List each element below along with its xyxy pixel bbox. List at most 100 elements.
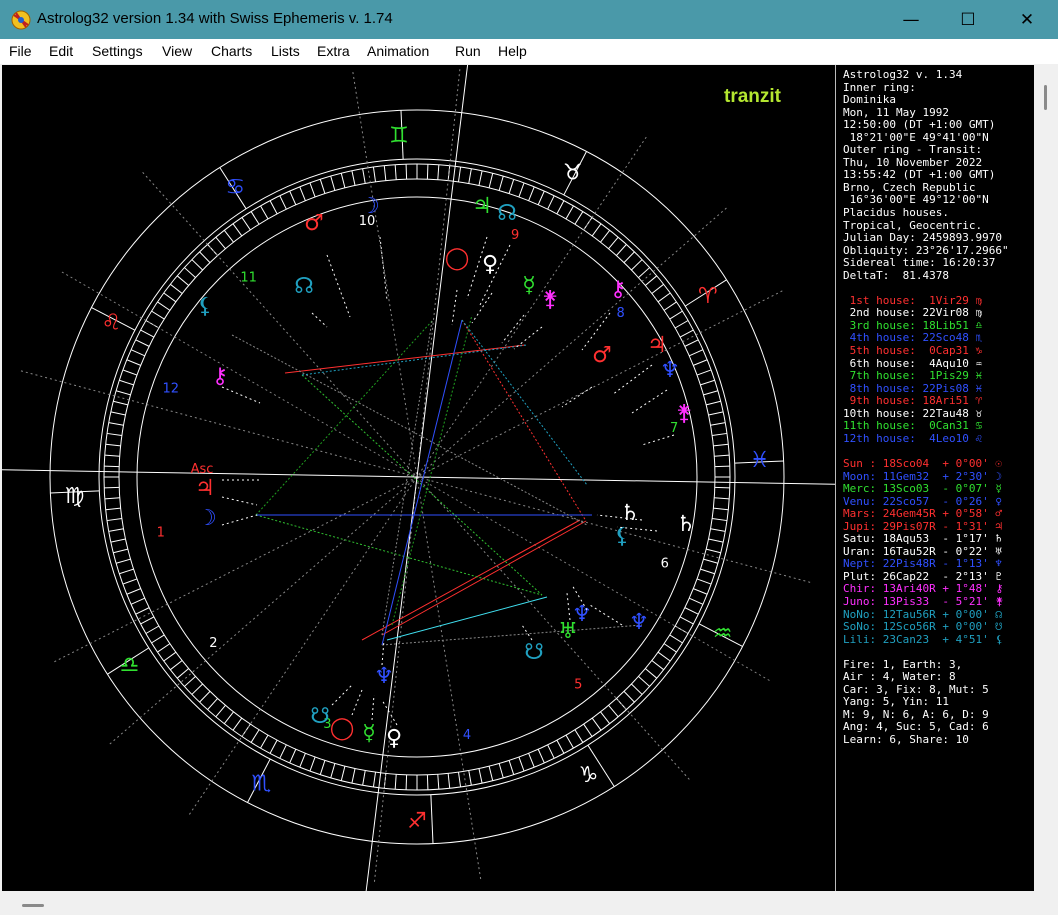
planet-glyph-icon: ♂ [592,343,612,368]
menu-extra[interactable]: Extra [317,43,350,59]
element-summary-line: Car: 3, Fix: 8, Mut: 5 [843,683,989,696]
degree-tick [405,164,408,180]
chart-canvas[interactable]: ♊ ♉ ♈ ♓ ♒ ♑ ♐ ♏ ♎ ♍ ♌ ♋ 10 9 8 7 6 5 4 3 2 1 12 11 ♂ ☽ ♃ ☊ ◯ ♀ ☿ ⚵ ⚷ ☊ ⚸ ⚷ ♂… [2,65,1034,891]
planet-glyph-icon: ♄ [676,512,696,537]
degree-tick [105,507,121,511]
degree-tick [176,275,190,286]
degree-tick [232,717,243,731]
title-bar[interactable]: Astrolog32 version 1.34 with Swiss Ephem… [0,0,1058,39]
planet-pointer-line [641,434,675,446]
degree-tick [574,211,584,225]
planet-pointer-line [521,624,533,641]
aspect-line [255,320,433,516]
vertical-scrollbar[interactable] [1035,65,1058,891]
menu-edit[interactable]: Edit [49,43,73,59]
degree-tick [447,773,451,789]
degree-tick [591,717,602,731]
degree-tick [250,729,260,743]
zodiac-sign-icon: ♌ [102,310,122,335]
degree-tick [651,283,664,294]
horizontal-scrollbar[interactable] [0,891,1058,915]
degree-tick [289,749,297,764]
degree-tick [394,774,397,790]
info-header-line: Julian Day: 2459893.9970 [843,232,1002,245]
info-header-line: Placidus houses. [843,207,949,220]
degree-tick [394,164,397,180]
degree-tick [122,369,138,376]
degree-tick [383,165,387,181]
planet-pointer-line [371,694,375,721]
planet-pointer-line [561,386,593,408]
degree-tick [215,704,226,718]
degree-tick [468,770,472,786]
degree-tick [708,411,724,416]
app-window: Astrolog32 version 1.34 with Swiss Ephem… [0,0,1058,915]
house-number-label: 6 [661,556,669,571]
degree-tick [372,772,377,788]
close-button[interactable]: ✕ [998,0,1056,39]
house-number-label: 4 [463,728,471,743]
planet-position-row: Satu: 18Aqu53 - 1°17' ♄ [843,533,1002,546]
planet-position-row: Merc: 13Sco03 - 0°07' ☿ [843,483,1002,496]
degree-tick [330,763,336,779]
menu-help[interactable]: Help [498,43,527,59]
app-logo-icon [11,10,31,30]
degree-tick [135,339,150,347]
zodiac-sign-icon: ♋ [225,175,245,200]
panel-divider [835,65,836,891]
planet-glyph-icon: ♆ [629,610,649,635]
degree-tick [663,643,677,653]
menu-settings[interactable]: Settings [92,43,143,59]
info-header-line: 16°36'00"E 49°12'00"N [843,194,989,207]
info-header-line: 18°21'00"E 49°41'00"N [843,131,989,144]
info-header-line: 12:50:00 (DT +1:00 GMT) [843,119,996,132]
menu-run[interactable]: Run [455,43,481,59]
degree-tick [468,168,472,184]
degree-tick [623,251,635,263]
info-header-line: Tropical, Geocentric. [843,219,983,232]
degree-tick [110,538,126,543]
planet-glyph-icon: ♃ [472,194,492,219]
menu-view[interactable]: View [162,43,192,59]
house-number-label: 12 [163,381,180,396]
degree-tick [565,205,574,220]
degree-tick [250,211,260,225]
planet-glyph-icon: ♃ [195,476,215,501]
menu-lists[interactable]: Lists [271,43,300,59]
degree-tick [362,770,366,786]
minimize-button[interactable]: — [882,0,940,39]
zodiac-sign-icon: ♈ [698,284,718,309]
chart-wheel: ♊♉♈♓♒♑♐♏♎♍♌♋109876543211211♂☽ ♃ ☊◯ ♀☿⚵ ⚷☊⚸⚷♂… [2,65,835,891]
planet-glyph-icon: ⚸ [197,294,213,319]
degree-tick [372,166,377,182]
maximize-button[interactable]: ☐ [939,0,997,39]
menu-animation[interactable]: Animation [367,43,429,59]
degree-tick [478,768,483,784]
degree-tick [713,443,729,447]
degree-tick [351,768,356,784]
degree-tick [319,760,326,775]
planet-position-row: NoNo: 12Tau56R + 0°00' ☊ [843,608,1002,621]
house-number-label: 8 [616,306,624,321]
planet-glyph-icon: ⚵ [542,287,558,312]
info-panel: Astrolog32 v. 1.34 Inner ring: Dominika Mon… [843,69,1033,889]
horizontal-scroll-thumb[interactable] [22,904,44,907]
planet-glyph-icon: ◯ [445,246,470,271]
house-number-label: 1 [157,525,165,540]
degree-tick [714,465,730,468]
planet-position-row: Mars: 24Gem45R + 0°58' ♂ [843,508,1002,521]
degree-tick [163,292,177,303]
vertical-scroll-thumb[interactable] [1044,85,1047,110]
menu-charts[interactable]: Charts [211,43,252,59]
planet-pointer-line [611,364,653,396]
degree-tick [126,359,141,366]
info-header-line: Obliquity: 23°26'17.2966" [843,244,1009,257]
degree-tick [122,578,138,585]
zodiac-sign-icon: ♉ [563,160,583,185]
aspect-line [381,520,587,636]
info-header-line: Thu, 10 November 2022 [843,156,983,169]
degree-tick [241,217,251,231]
degree-tick [299,186,306,201]
menu-file[interactable]: File [9,43,32,59]
